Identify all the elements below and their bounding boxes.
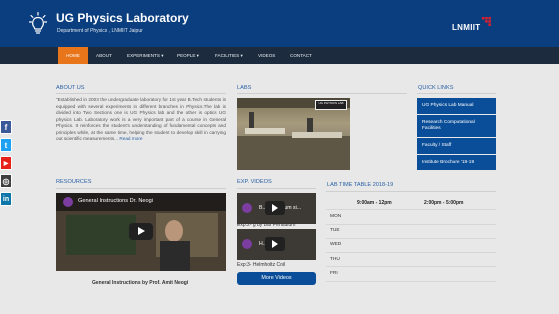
about-text: "Established in 2003 the undergraduate l…	[56, 97, 226, 143]
about-body: "Established in 2003 the undergraduate l…	[56, 97, 226, 142]
site-title[interactable]: UG Physics Laboratory	[56, 11, 189, 25]
timetable-day-mon: MON	[330, 214, 342, 219]
instagram-icon[interactable]: ◎	[0, 174, 12, 188]
quick-link-brochure[interactable]: Institute Brochure '18-19	[417, 155, 496, 170]
twitter-icon[interactable]: t	[0, 138, 12, 152]
timetable-row-line	[326, 281, 496, 282]
channel-avatar[interactable]	[63, 197, 73, 207]
timetable-row-line	[326, 252, 496, 253]
exp-video-2-caption: Exp:3- Helmholtz Coil	[237, 262, 286, 268]
site-subtitle: Department of Physics , LNMIIT Jaipur	[57, 28, 143, 34]
resources-heading: RESOURCES	[56, 179, 92, 185]
timetable-row-line	[326, 238, 496, 239]
nav-about[interactable]: ABOUT	[96, 47, 112, 64]
site-header: UG Physics Laboratory Department of Phys…	[0, 0, 559, 47]
timetable-day-thu: THU	[330, 257, 340, 262]
timetable-heading: LAB TIME TABLE 2018-19	[327, 182, 394, 188]
labs-heading: LABS	[237, 85, 252, 91]
timetable-day-fri: FRI	[330, 271, 338, 276]
quick-link-faculty[interactable]: Faculty / Staff	[417, 138, 496, 154]
channel-avatar	[242, 203, 252, 213]
exp-video-1[interactable]: B... Pendulum si...	[237, 193, 316, 224]
read-more-link[interactable]: Read more	[119, 136, 142, 141]
facebook-icon[interactable]: f	[0, 120, 12, 134]
logo-mark-icon	[482, 17, 491, 26]
play-button-icon[interactable]	[265, 201, 285, 215]
resources-caption: General Instructions by Prof. Amit Neogi	[92, 280, 189, 286]
about-heading: ABOUT US	[56, 85, 85, 91]
quick-links-divider	[417, 93, 496, 94]
timetable-day-tue: TUE	[330, 228, 340, 233]
resources-video-title[interactable]: General Instructions Dr. Neogi	[78, 198, 153, 204]
exp-video-1-caption: Exp:2- g by Bar Pendulum	[237, 222, 296, 228]
youtube-icon[interactable]: ▶	[0, 156, 12, 170]
logo-text: LNMIIT	[452, 23, 481, 32]
exp-videos-heading: EXP. VIDEOS	[237, 179, 272, 185]
resources-video[interactable]: General Instructions Dr. Neogi	[56, 193, 226, 271]
resources-divider	[56, 188, 226, 189]
timetable-col-morning: 9:00am - 12pm	[357, 200, 392, 206]
nav-home[interactable]: HOME	[58, 47, 88, 64]
main-nav: HOME ABOUT EXPERIMENTS ▾ PEOPLE ▾ FACILI…	[0, 47, 559, 64]
timetable-row-line	[326, 266, 496, 267]
exp-videos-divider	[237, 188, 316, 189]
nav-experiments[interactable]: EXPERIMENTS ▾	[127, 47, 164, 64]
timetable-day-wed: WED	[330, 242, 342, 247]
labs-photo[interactable]: UG PHYSICS LAB	[237, 98, 350, 170]
lnmiit-logo[interactable]: LNMIIT	[452, 14, 502, 34]
lightbulb-icon	[29, 12, 47, 34]
nav-facilities[interactable]: FACILITIES ▾	[215, 47, 243, 64]
timetable-col-afternoon: 2:00pm - 5:00pm	[424, 200, 464, 206]
play-button-icon[interactable]	[265, 237, 285, 251]
exp-video-2[interactable]: H... Coil -	[237, 229, 316, 260]
about-divider	[56, 93, 226, 94]
labs-divider	[237, 93, 407, 94]
nav-people[interactable]: PEOPLE ▾	[177, 47, 199, 64]
timetable-row-line	[326, 224, 496, 225]
timetable-row-line	[326, 209, 496, 210]
timetable-divider	[326, 191, 496, 192]
quick-link-lab-manual[interactable]: UG Physics Lab Manual	[417, 98, 496, 114]
quick-links-heading: QUICK LINKS	[418, 85, 454, 91]
linkedin-icon[interactable]: in	[0, 192, 12, 206]
more-videos-button[interactable]: More Videos	[237, 272, 316, 285]
channel-avatar	[242, 239, 252, 249]
play-button-icon[interactable]	[129, 223, 153, 240]
nav-contact[interactable]: CONTACT	[290, 47, 312, 64]
nav-videos[interactable]: VIDEOS	[258, 47, 275, 64]
quick-link-computational[interactable]: Research Computational Facilities	[417, 115, 496, 137]
labs-sign: UG PHYSICS LAB	[315, 100, 347, 110]
